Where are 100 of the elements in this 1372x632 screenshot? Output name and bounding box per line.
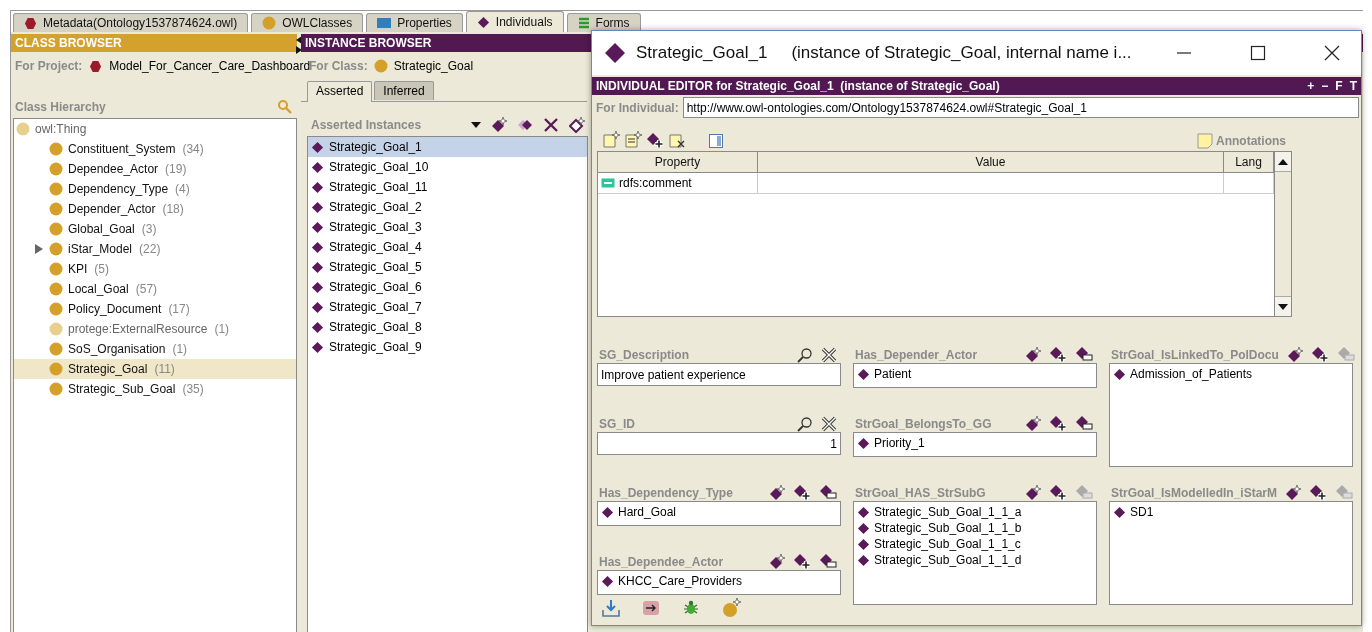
class-icon: [49, 382, 63, 396]
list-item[interactable]: Strategic_Goal_7: [308, 297, 587, 317]
list-item[interactable]: Strategic_Goal_3: [308, 217, 587, 237]
create-instance-icon[interactable]: [1025, 485, 1041, 501]
column-header[interactable]: Property: [598, 152, 758, 173]
list-item[interactable]: Strategic_Goal_1: [308, 137, 587, 157]
tree-item[interactable]: Dependency_Type (4): [14, 179, 296, 199]
tab[interactable]: Asserted: [307, 81, 373, 102]
tree-item[interactable]: KPI (5): [14, 259, 296, 279]
create-instance-icon[interactable]: [769, 485, 785, 501]
create-instance-icon[interactable]: [491, 117, 507, 133]
tab[interactable]: Properties: [366, 13, 463, 32]
expand-arrow-icon[interactable]: [34, 243, 44, 255]
copy-instance-icon[interactable]: [517, 117, 533, 133]
delete-icon[interactable]: [543, 117, 559, 133]
list-item[interactable]: Strategic_Sub_Goal_1_1_c: [857, 536, 1096, 552]
list-item[interactable]: Strategic_Goal_8: [308, 317, 587, 337]
remove-instance-icon[interactable]: [819, 552, 837, 570]
header-button[interactable]: −: [1321, 79, 1329, 93]
list-item[interactable]: Strategic_Sub_Goal_1_1_a: [857, 504, 1096, 520]
tree-item[interactable]: Dependee_Actor (19): [14, 159, 296, 179]
field-label: StrGoal_HAS_StrSubG: [854, 486, 987, 501]
search-icon[interactable]: [797, 416, 813, 432]
field-label: StrGoal_IsLinkedTo_PolDocu: [1110, 348, 1279, 363]
tree-item[interactable]: Strategic_Sub_Goal (35): [14, 379, 296, 399]
create-instance-icon[interactable]: [1025, 347, 1041, 363]
delete-icon[interactable]: [821, 416, 837, 432]
list-item[interactable]: Strategic_Goal_10: [308, 157, 587, 177]
close-icon[interactable]: [1323, 45, 1340, 61]
list-item[interactable]: Strategic_Goal_5: [308, 257, 587, 277]
tree-item[interactable]: SoS_Organisation (1): [14, 339, 296, 359]
header-button[interactable]: F: [1335, 79, 1343, 93]
new-note-icon[interactable]: [602, 131, 620, 149]
diamond-icon: [1113, 505, 1126, 519]
create-instance-icon[interactable]: [1286, 347, 1303, 363]
diamond-icon: [311, 260, 324, 274]
class-icon: [49, 302, 63, 316]
tab[interactable]: Inferred: [374, 81, 434, 100]
create-instance-icon[interactable]: [769, 554, 785, 570]
list-item[interactable]: Patient: [857, 366, 1096, 382]
note-icon[interactable]: [624, 131, 642, 149]
search-icon[interactable]: [797, 347, 813, 363]
tab[interactable]: Metadata(Ontology1537874624.owl): [13, 13, 249, 32]
diamond-icon: [604, 42, 626, 64]
list-item[interactable]: KHCC_Care_Providers: [601, 573, 840, 589]
ball-star-icon[interactable]: [722, 598, 742, 618]
tree-item[interactable]: Global_Goal (3): [14, 219, 296, 239]
hexagon-icon: [89, 59, 103, 73]
delete-note-icon[interactable]: [668, 131, 686, 149]
splitter-arrows-icon[interactable]: [296, 36, 302, 54]
bug-icon[interactable]: [682, 599, 700, 617]
remove-instance-icon[interactable]: [1075, 345, 1093, 363]
list-item[interactable]: Priority_1: [857, 435, 1096, 451]
maximize-icon[interactable]: [1249, 45, 1266, 61]
column-header[interactable]: Lang: [1224, 152, 1274, 173]
diamond-icon: [857, 521, 870, 535]
tree-item[interactable]: Local_Goal (57): [14, 279, 296, 299]
up-arrow-icon[interactable]: [1278, 158, 1288, 165]
tab[interactable]: Forms: [566, 13, 641, 32]
list-item[interactable]: Strategic_Goal_2: [308, 197, 587, 217]
tab[interactable]: Individuals: [465, 11, 564, 32]
create-instance-icon[interactable]: [1285, 485, 1302, 501]
list-item[interactable]: Strategic_Goal_11: [308, 177, 587, 197]
panel-icon[interactable]: [708, 133, 724, 149]
tree-item[interactable]: protege:ExternalResource (1): [14, 319, 296, 339]
input-field[interactable]: Improve patient experience: [597, 363, 841, 386]
dropdown-caret-icon[interactable]: [471, 122, 481, 128]
class-icon: [49, 362, 63, 376]
tree-item[interactable]: Depender_Actor (18): [14, 199, 296, 219]
tree-item[interactable]: Strategic_Goal (11): [14, 359, 296, 379]
list-item[interactable]: Strategic_Sub_Goal_1_1_b: [857, 520, 1096, 536]
list-item[interactable]: Strategic_Goal_4: [308, 237, 587, 257]
scrollbar[interactable]: [1274, 152, 1291, 316]
diamond-outline-icon[interactable]: [569, 117, 585, 133]
remove-instance-icon[interactable]: [819, 483, 837, 501]
remove-instance-icon[interactable]: [1075, 414, 1093, 432]
input-field[interactable]: 1: [597, 432, 841, 455]
list-item[interactable]: Strategic_Goal_9: [308, 337, 587, 357]
class-icon: [49, 242, 63, 256]
editor-title: INDIVIDUAL EDITOR for Strategic_Goal_1 (instance of Strategic_Goal): [596, 79, 1001, 93]
note-icon: [1197, 133, 1213, 149]
download-icon[interactable]: [602, 599, 620, 617]
tree-item[interactable]: owl:Thing: [14, 119, 296, 139]
column-header[interactable]: Value: [758, 152, 1224, 173]
delete-icon[interactable]: [821, 347, 837, 363]
tree-item[interactable]: Policy_Document (17): [14, 299, 296, 319]
tree-item[interactable]: Constituent_System (34): [14, 139, 296, 159]
list-item[interactable]: Strategic_Sub_Goal_1_1_d: [857, 552, 1096, 568]
uri-field[interactable]: http://www.owl-ontologies.com/Ontology1537874624.owl#Strategic_Goal_1: [682, 97, 1359, 118]
arrow-box-icon[interactable]: [642, 599, 660, 617]
header-button[interactable]: +: [1307, 79, 1315, 93]
list-item[interactable]: Admission_of_Patients: [1113, 366, 1352, 382]
down-arrow-icon[interactable]: [1278, 303, 1288, 310]
tree-item[interactable]: iStar_Model (22): [14, 239, 296, 259]
list-item[interactable]: Hard_Goal: [601, 504, 840, 520]
tab[interactable]: OWLClasses: [251, 13, 364, 32]
header-button[interactable]: T: [1349, 79, 1357, 93]
list-item[interactable]: SD1: [1113, 504, 1352, 520]
list-item[interactable]: Strategic_Goal_6: [308, 277, 587, 297]
create-instance-icon[interactable]: [1025, 416, 1041, 432]
